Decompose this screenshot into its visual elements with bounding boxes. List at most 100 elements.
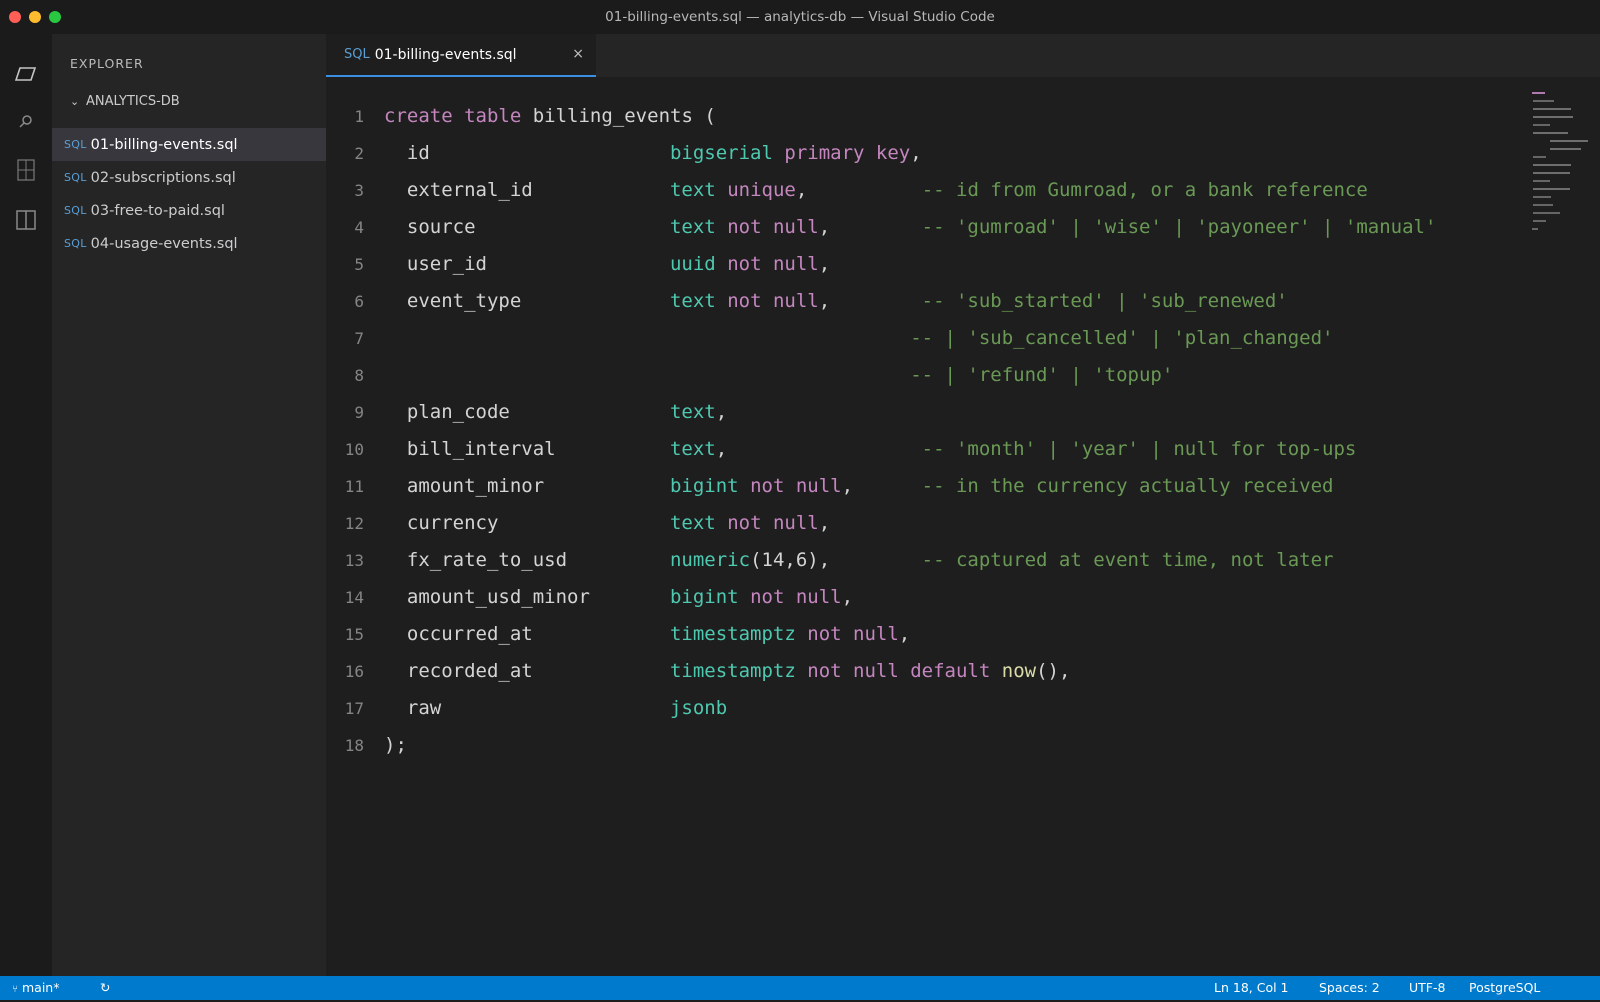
code-line[interactable]: occurred_at timestamptz not null,: [384, 616, 910, 653]
close-window-button[interactable]: [9, 11, 21, 23]
code-token: bigint: [669, 475, 739, 497]
minimap-line: [1550, 148, 1582, 150]
code-line[interactable]: plan_code text,: [384, 394, 727, 431]
tab-label: 01-billing-events.sql: [374, 46, 517, 63]
explorer-icon[interactable]: [0, 54, 52, 94]
code-line[interactable]: recorded_at timestamptz not null default…: [384, 653, 1071, 690]
code-token: not null: [750, 475, 842, 497]
line-number: 7: [354, 329, 364, 348]
code-token: create: [384, 105, 453, 127]
cursor-position[interactable]: Ln 18, Col 1: [1214, 976, 1289, 1000]
folder-header[interactable]: ⌄ ANALYTICS-DB: [70, 94, 180, 109]
minimap-line: [1532, 188, 1571, 190]
sync-icon[interactable]: ↻: [100, 976, 110, 1000]
code-area[interactable]: create table billing_events ( id bigseri…: [384, 77, 1534, 976]
minimap-line: [1532, 220, 1547, 222]
code-line[interactable]: external_id text unique, -- id from Gumr…: [384, 172, 1368, 209]
code-line[interactable]: currency text not null,: [384, 505, 830, 542]
code-line[interactable]: source text not null, -- 'gumroad' | 'wi…: [384, 209, 1437, 246]
tab-01-billing-events[interactable]: SQL 01-billing-events.sql ×: [326, 34, 596, 77]
line-number: 17: [344, 699, 364, 718]
code-line[interactable]: fx_rate_to_usd numeric(14,6), -- capture…: [384, 542, 1334, 579]
code-token: not null: [750, 586, 842, 608]
line-number: 8: [354, 366, 364, 385]
code-token: timestamptz: [669, 660, 796, 682]
code-token: external_id: [384, 179, 670, 201]
line-number: 18: [344, 736, 364, 755]
code-line[interactable]: bill_interval text, -- 'month' | 'year' …: [384, 431, 1356, 468]
explorer-title: EXPLORER: [70, 56, 144, 71]
minimap-line: [1550, 140, 1588, 142]
code-token: source: [384, 216, 670, 238]
code-token: not null default: [807, 660, 991, 682]
code-token: unique: [727, 179, 796, 201]
tab-bar: SQL 01-billing-events.sql ×: [326, 34, 1600, 77]
code-line[interactable]: raw jsonb: [384, 690, 727, 727]
line-number: 14: [344, 588, 364, 607]
code-line[interactable]: id bigserial primary key,: [384, 135, 922, 172]
indentation[interactable]: Spaces: 2: [1319, 976, 1380, 1000]
code-line[interactable]: amount_minor bigint not null, -- in the …: [384, 468, 1334, 505]
code-token: not null: [727, 512, 819, 534]
file-name: 03-free-to-paid.sql: [90, 202, 225, 219]
minimap-line: [1532, 156, 1547, 158]
status-bar: ⑂ main* ↻ Ln 18, Col 1 Spaces: 2 UTF-8 P…: [0, 976, 1600, 1000]
code-token: bill_interval: [384, 438, 670, 460]
code-token: not null: [727, 216, 819, 238]
code-editor[interactable]: 1 2 3 4 5 6 7 8 9 10 11 12 13 14 15 16 17 18 create table…: [326, 77, 1600, 976]
minimap-line: [1532, 100, 1554, 102]
minimap-line: [1532, 124, 1551, 126]
code-token: not null: [807, 623, 899, 645]
git-branch-icon: ⑂: [12, 984, 18, 995]
minimap-line: [1532, 228, 1538, 230]
code-line[interactable]: create table billing_events (: [384, 98, 716, 135]
minimap-line: [1532, 164, 1572, 166]
search-icon[interactable]: [0, 102, 52, 142]
file-item-01-billing-events[interactable]: SQL 01-billing-events.sql: [52, 128, 326, 161]
line-number: 12: [344, 514, 364, 533]
code-line[interactable]: );: [384, 727, 407, 764]
file-item-04-usage-events[interactable]: SQL 04-usage-events.sql: [52, 227, 326, 260]
code-token: bigint: [669, 586, 739, 608]
source-control-icon[interactable]: [0, 150, 52, 190]
code-token: -- | 'sub_cancelled' | 'plan_changed': [910, 327, 1334, 349]
split-editor-icon[interactable]: [0, 200, 52, 240]
file-item-02-subscriptions[interactable]: SQL 02-subscriptions.sql: [52, 161, 326, 194]
code-token: jsonb: [669, 697, 728, 719]
maximize-window-button[interactable]: [49, 11, 61, 23]
code-line[interactable]: -- | 'sub_cancelled' | 'plan_changed': [384, 320, 1333, 357]
code-line[interactable]: -- | 'refund' | 'topup': [384, 357, 1173, 394]
code-token: -- 'sub_started' | 'sub_renewed': [921, 290, 1288, 312]
encoding[interactable]: UTF-8: [1409, 976, 1445, 1000]
code-line[interactable]: user_id uuid not null,: [384, 246, 830, 283]
code-token: occurred_at: [384, 623, 670, 645]
language-mode[interactable]: PostgreSQL: [1469, 976, 1540, 1000]
minimize-window-button[interactable]: [29, 11, 41, 23]
minimap[interactable]: [1532, 92, 1588, 242]
sql-file-icon: SQL: [64, 138, 87, 151]
code-line[interactable]: amount_usd_minor bigint not null,: [384, 579, 853, 616]
code-line[interactable]: event_type text not null, -- 'sub_starte…: [384, 283, 1288, 320]
file-item-03-free-to-paid[interactable]: SQL 03-free-to-paid.sql: [52, 194, 326, 227]
branch-indicator[interactable]: ⑂ main*: [12, 976, 59, 1000]
code-token: -- id from Gumroad, or a bank reference: [921, 179, 1368, 201]
code-token: (),: [1036, 660, 1071, 682]
code-token: raw: [384, 697, 670, 719]
file-name: 02-subscriptions.sql: [90, 169, 236, 186]
code-token: );: [384, 734, 407, 756]
sql-file-icon: SQL: [64, 204, 87, 217]
code-token: -- 'month' | 'year' | null for top-ups: [921, 438, 1357, 460]
close-icon[interactable]: ×: [572, 46, 584, 62]
code-token: ,: [818, 253, 831, 275]
code-token: ,: [795, 179, 922, 201]
line-number: 1: [354, 107, 364, 126]
